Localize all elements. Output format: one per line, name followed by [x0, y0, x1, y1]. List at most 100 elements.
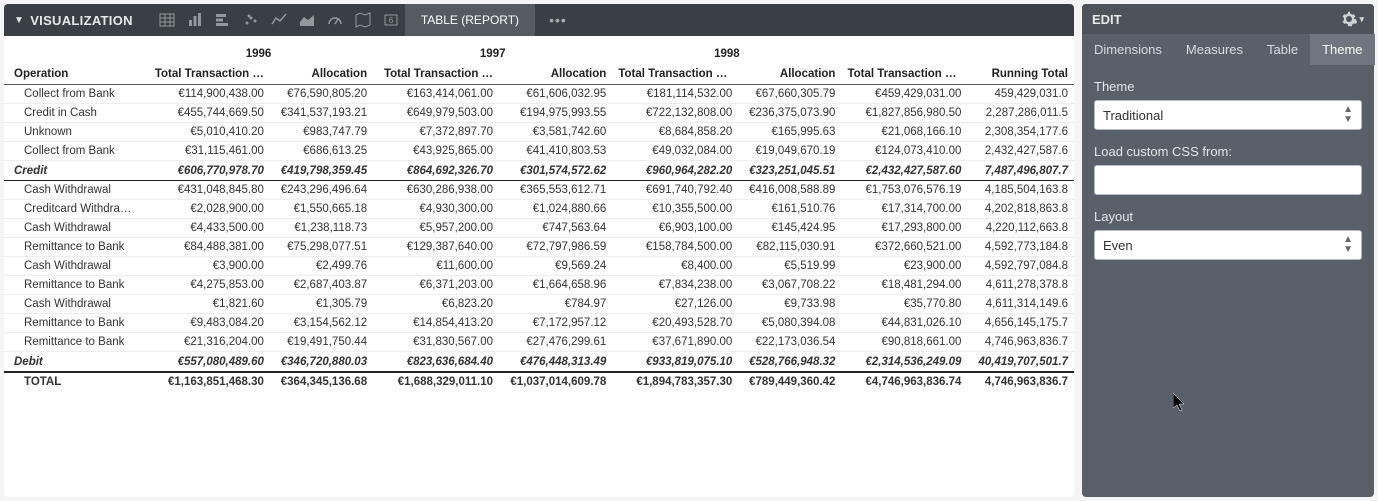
value-cell: €23,900.00 — [841, 257, 967, 276]
horizontal-bar-icon[interactable] — [209, 6, 237, 34]
value-cell: €9,569.24 — [499, 257, 612, 276]
gear-icon[interactable]: ▾ — [1341, 11, 1364, 27]
value-cell: €431,048,845.80 — [144, 181, 270, 200]
operation-cell: Cash Withdrawal — [4, 257, 144, 276]
active-tab[interactable]: TABLE (REPORT) — [405, 4, 535, 36]
theme-select[interactable]: Traditional ▲▼ — [1094, 100, 1362, 130]
number-icon[interactable]: 6 — [377, 6, 405, 34]
col-ttv[interactable]: Total Transaction V… — [841, 64, 967, 85]
table-row: Unknown€5,010,410.20€983,747.79€7,372,89… — [4, 123, 1074, 142]
value-cell: €31,115,461.00 — [144, 142, 270, 161]
operation-cell: Cash Withdrawal — [4, 295, 144, 314]
col-ttv[interactable]: Total Transaction … — [373, 64, 499, 85]
value-cell: €722,132,808.00 — [612, 104, 738, 123]
value-cell: €44,831,026.10 — [841, 314, 967, 333]
value-cell: 4,611,314,149.6 — [967, 295, 1074, 314]
value-cell: 40,419,707,501.7 — [967, 352, 1074, 373]
table-row: Credit in Cash€455,744,669.50€341,537,19… — [4, 104, 1074, 123]
value-cell: €2,499.76 — [270, 257, 373, 276]
table-row: Cash Withdrawal€1,821.60€1,305.79€6,823.… — [4, 295, 1074, 314]
value-cell: €416,008,588.89 — [738, 181, 841, 200]
col-ttv[interactable]: Total Transaction V… — [612, 64, 738, 85]
value-cell: €37,671,890.00 — [612, 333, 738, 352]
value-cell: 4,592,773,184.8 — [967, 238, 1074, 257]
value-cell: €1,664,658.96 — [499, 276, 612, 295]
line-chart-icon[interactable] — [265, 6, 293, 34]
theme-label: Theme — [1094, 79, 1362, 94]
table-row: Remittance to Bank€21,316,204.00€19,491,… — [4, 333, 1074, 352]
col-running[interactable]: Running Total — [967, 64, 1074, 85]
bar-chart-icon[interactable] — [181, 6, 209, 34]
value-cell: 4,185,504,163.8 — [967, 181, 1074, 200]
value-cell: €686,613.25 — [270, 142, 373, 161]
value-cell: €4,275,853.00 — [144, 276, 270, 295]
gauge-icon[interactable] — [321, 6, 349, 34]
value-cell: €84,488,381.00 — [144, 238, 270, 257]
value-cell: €11,600.00 — [373, 257, 499, 276]
value-cell: €1,827,856,980.50 — [841, 104, 967, 123]
col-alloc[interactable]: Allocation — [270, 64, 373, 85]
value-cell: €960,964,282.20 — [612, 161, 738, 181]
value-cell: €61,606,032.95 — [499, 85, 612, 104]
value-cell: €20,493,528.70 — [612, 314, 738, 333]
value-cell: €19,049,670.19 — [738, 142, 841, 161]
operation-cell: Remittance to Bank — [4, 314, 144, 333]
value-cell: €747,563.64 — [499, 219, 612, 238]
value-cell: €158,784,500.00 — [612, 238, 738, 257]
operation-cell: Remittance to Bank — [4, 276, 144, 295]
value-cell: €789,449,360.42 — [738, 372, 841, 391]
value-cell: €459,429,031.00 — [841, 85, 967, 104]
value-cell: €557,080,489.60 — [144, 352, 270, 373]
value-cell: €7,372,897.70 — [373, 123, 499, 142]
value-cell: €7,172,957.12 — [499, 314, 612, 333]
edit-title: EDIT — [1092, 12, 1122, 27]
value-cell: €346,720,880.03 — [270, 352, 373, 373]
value-cell: €2,314,536,249.09 — [841, 352, 967, 373]
edit-tab-measures[interactable]: Measures — [1174, 34, 1255, 65]
css-label: Load custom CSS from: — [1094, 144, 1362, 159]
area-chart-icon[interactable] — [293, 6, 321, 34]
operation-cell: Credit — [4, 161, 144, 181]
table-row: Cash Withdrawal€3,900.00€2,499.76€11,600… — [4, 257, 1074, 276]
value-cell: €1,163,851,468.30 — [144, 372, 270, 391]
col-operation[interactable]: Operation — [4, 64, 144, 85]
value-cell: €1,037,014,609.78 — [499, 372, 612, 391]
operation-cell: Cash Withdrawal — [4, 219, 144, 238]
value-cell: 4,746,963,836.7 — [967, 372, 1074, 391]
value-cell: €606,770,978.70 — [144, 161, 270, 181]
operation-cell: Credit in Cash — [4, 104, 144, 123]
col-ttv[interactable]: Total Transaction … — [144, 64, 270, 85]
value-cell: €236,375,073.90 — [738, 104, 841, 123]
value-cell: €1,550,665.18 — [270, 200, 373, 219]
value-cell: €4,433,500.00 — [144, 219, 270, 238]
value-cell: €5,957,200.00 — [373, 219, 499, 238]
value-cell: 2,308,354,177.6 — [967, 123, 1074, 142]
visualization-toggle[interactable]: ▼ VISUALIZATION — [4, 13, 143, 28]
edit-tab-table[interactable]: Table — [1255, 34, 1310, 65]
layout-select[interactable]: Even ▲▼ — [1094, 230, 1362, 260]
value-cell: €3,581,742.60 — [499, 123, 612, 142]
value-cell: €90,818,661.00 — [841, 333, 967, 352]
value-cell: €124,073,410.00 — [841, 142, 967, 161]
table-icon[interactable] — [153, 6, 181, 34]
value-cell: €476,448,313.49 — [499, 352, 612, 373]
col-alloc[interactable]: Allocation — [738, 64, 841, 85]
operation-cell: Collect from Bank — [4, 85, 144, 104]
year-header: 1998 — [612, 44, 841, 64]
scatter-icon[interactable] — [237, 6, 265, 34]
value-cell: €31,830,567.00 — [373, 333, 499, 352]
more-tabs[interactable]: ••• — [535, 12, 581, 28]
edit-tab-dimensions[interactable]: Dimensions — [1082, 34, 1174, 65]
map-icon[interactable] — [349, 6, 377, 34]
value-cell: €3,154,562.12 — [270, 314, 373, 333]
value-cell: €43,925,865.00 — [373, 142, 499, 161]
operation-cell: Cash Withdrawal — [4, 181, 144, 200]
value-cell: €823,636,684.40 — [373, 352, 499, 373]
col-alloc[interactable]: Allocation — [499, 64, 612, 85]
edit-tab-theme[interactable]: Theme — [1310, 34, 1374, 65]
value-cell: €364,345,136.68 — [270, 372, 373, 391]
value-cell: €1,238,118.73 — [270, 219, 373, 238]
value-cell: €1,024,880.66 — [499, 200, 612, 219]
css-url-input[interactable] — [1094, 165, 1362, 195]
value-cell: €528,766,948.32 — [738, 352, 841, 373]
